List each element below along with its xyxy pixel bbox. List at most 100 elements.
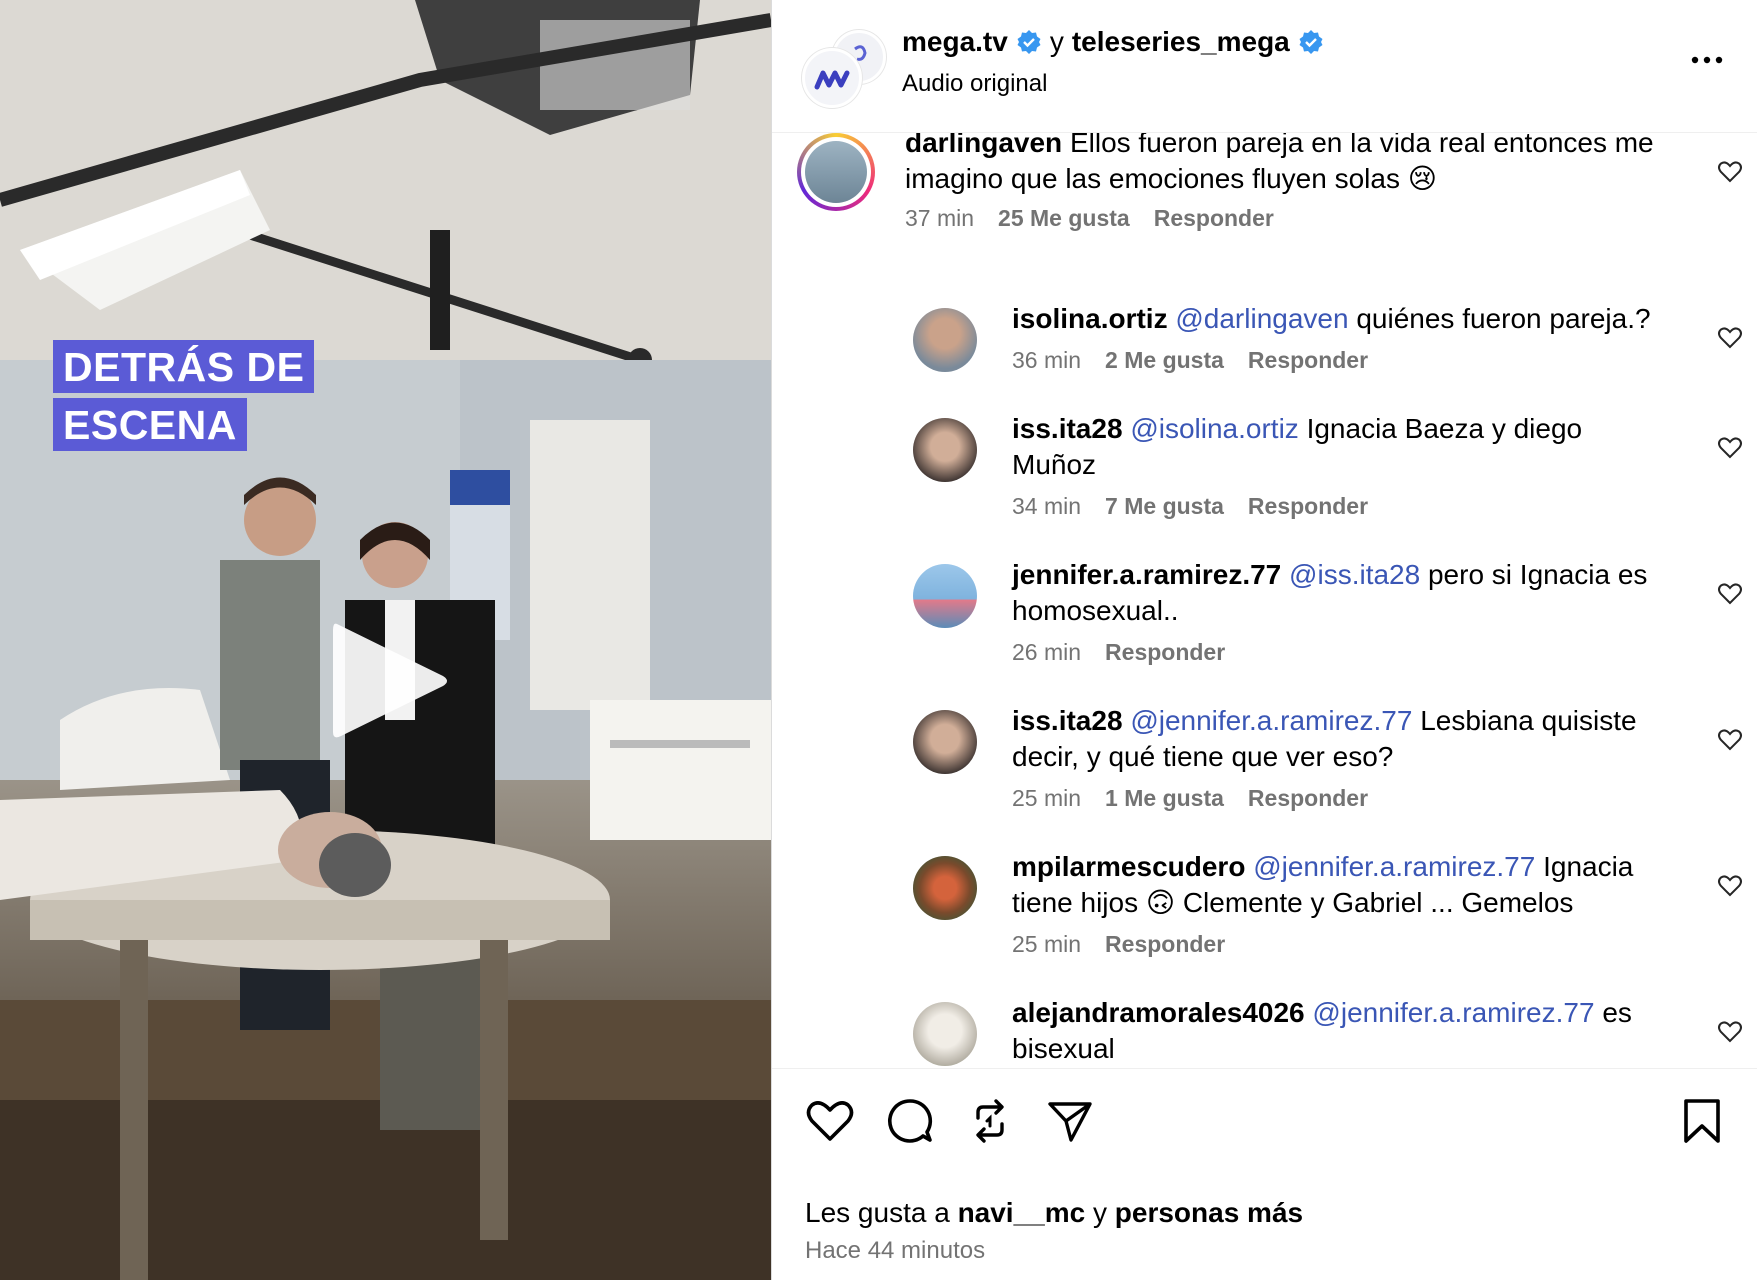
- comment-mention[interactable]: @isolina.ortiz: [1130, 413, 1298, 444]
- comment-mention[interactable]: @iss.ita28: [1289, 559, 1420, 590]
- comment-text: Ignacia: [1543, 851, 1634, 882]
- comment-text: Ellos fueron pareja en la vida real ento…: [1069, 133, 1654, 158]
- comment-text-continued: Muñoz: [1012, 449, 1097, 480]
- mega-logo-icon: [814, 70, 850, 90]
- authors-connector: y: [1049, 26, 1064, 57]
- comment-like-icon[interactable]: [1717, 435, 1743, 461]
- overlay-title-line1: DETRÁS DE: [53, 340, 315, 394]
- bookmark-icon: [1684, 1099, 1720, 1143]
- verified-icon: [1299, 30, 1323, 54]
- play-button[interactable]: [325, 616, 455, 746]
- comment-mention[interactable]: @jennifer.a.ramirez.77: [1253, 851, 1535, 882]
- share-button[interactable]: [1045, 1096, 1095, 1146]
- audio-label[interactable]: Audio original: [902, 70, 1047, 98]
- more-options-button[interactable]: [1687, 50, 1727, 70]
- comment-time: 26 min: [1012, 639, 1082, 665]
- post-panel: mega.tv y teleseries_mega Audio original: [772, 0, 1757, 1280]
- verified-icon: [1017, 30, 1041, 54]
- reply-button[interactable]: Responder: [1248, 785, 1368, 812]
- comment-username[interactable]: iss.ita28: [1012, 705, 1123, 736]
- comment-time: 25 min: [1012, 931, 1082, 957]
- post-header: mega.tv y teleseries_mega Audio original: [772, 0, 1757, 133]
- comment-username[interactable]: alejandramorales4026: [1012, 997, 1305, 1028]
- comment-text: Lesbiana quisiste: [1420, 705, 1637, 736]
- comment-username[interactable]: darlingaven: [905, 133, 1062, 158]
- send-icon: [1048, 1102, 1092, 1142]
- reply-item: jennifer.a.ramirez.77 @iss.ita28 pero si…: [772, 559, 1757, 694]
- reply-item: iss.ita28 @jennifer.a.ramirez.77 Lesbian…: [772, 705, 1757, 840]
- comment-mention[interactable]: @darlingaven: [1175, 303, 1348, 334]
- commenter-avatar[interactable]: [913, 418, 977, 482]
- comment-username[interactable]: iss.ita28: [1012, 413, 1123, 444]
- comment-likes[interactable]: 25 Me gusta: [998, 205, 1130, 232]
- overlay-title-line2: ESCENA: [53, 398, 247, 452]
- more-icon: [1691, 56, 1723, 64]
- commenter-avatar[interactable]: [913, 710, 977, 774]
- reply-button[interactable]: Responder: [1248, 493, 1368, 520]
- comment-icon: [888, 1099, 933, 1143]
- reply-item: alejandramorales4026 @jennifer.a.ramirez…: [772, 997, 1757, 1068]
- post-timestamp: Hace 44 minutos: [805, 1237, 986, 1264]
- reply-button[interactable]: Responder: [1154, 205, 1274, 232]
- commenter-avatar[interactable]: [913, 856, 977, 920]
- comment-text-continued: decir, y qué tiene que ver eso?: [1012, 741, 1394, 772]
- comment-likes[interactable]: 1 Me gusta: [1105, 785, 1224, 812]
- reply-item: mpilarmescudero @jennifer.a.ramirez.77 I…: [772, 851, 1757, 986]
- comment-text: quiénes fueron pareja.?: [1356, 303, 1651, 334]
- commenter-avatar[interactable]: [913, 1002, 977, 1066]
- reply-button[interactable]: Responder: [1248, 347, 1368, 374]
- comment-text-continued: bisexual: [1012, 1033, 1115, 1064]
- comment-text-continued: imagino que las emociones fluyen solas 😢: [905, 163, 1437, 194]
- commenter-avatar[interactable]: [913, 308, 977, 372]
- comment-item: darlingaven Ellos fueron pareja en la vi…: [772, 133, 1757, 283]
- comment-like-icon[interactable]: [1717, 325, 1743, 351]
- post-authors: mega.tv y teleseries_mega: [902, 26, 1324, 58]
- repost-button[interactable]: [965, 1096, 1015, 1146]
- comment-username[interactable]: jennifer.a.ramirez.77: [1012, 559, 1281, 590]
- play-icon: [333, 623, 447, 738]
- like-button[interactable]: [805, 1096, 855, 1146]
- video-player[interactable]: DETRÁS DE ESCENA: [0, 0, 771, 1280]
- comment-mention[interactable]: @jennifer.a.ramirez.77: [1130, 705, 1412, 736]
- comment-mention[interactable]: @jennifer.a.ramirez.77: [1312, 997, 1594, 1028]
- reply-button[interactable]: Responder: [1105, 639, 1225, 666]
- comment-text: Ignacia Baeza y diego: [1306, 413, 1583, 444]
- likes-others[interactable]: personas más: [1115, 1197, 1303, 1228]
- comment-text-continued: homosexual..: [1012, 595, 1179, 626]
- author-mega[interactable]: mega.tv: [902, 26, 1008, 58]
- commenter-avatar[interactable]: [797, 133, 875, 211]
- comment-likes[interactable]: 7 Me gusta: [1105, 493, 1224, 520]
- comment-text: pero si Ignacia es: [1427, 559, 1648, 590]
- comment-time: 37 min: [905, 205, 975, 231]
- post-actions-bar: Les gusta a navi__mc y personas más Hace…: [772, 1068, 1757, 1281]
- likes-connector: y: [1092, 1197, 1107, 1228]
- comment-like-icon[interactable]: [1717, 727, 1743, 753]
- comment-likes[interactable]: 2 Me gusta: [1105, 347, 1224, 374]
- comments-list[interactable]: darlingaven Ellos fueron pareja en la vi…: [772, 133, 1757, 1068]
- commenter-avatar[interactable]: [913, 564, 977, 628]
- comment-like-icon[interactable]: [1717, 581, 1743, 607]
- comment-time: 25 min: [1012, 785, 1082, 811]
- comment-time: 34 min: [1012, 493, 1082, 519]
- likes-prefix: Les gusta a: [805, 1197, 950, 1228]
- likes-user[interactable]: navi__mc: [958, 1197, 1086, 1228]
- comment-text-continued: tiene hijos 🙃 Clemente y Gabriel ... Gem…: [1012, 887, 1574, 918]
- reply-item: iss.ita28 @isolina.ortiz Ignacia Baeza y…: [772, 413, 1757, 548]
- heart-icon: [806, 1101, 854, 1141]
- comment-button[interactable]: [885, 1096, 935, 1146]
- repost-icon: [976, 1099, 1004, 1143]
- comment-text: es: [1602, 997, 1632, 1028]
- comment-like-icon[interactable]: [1717, 159, 1743, 185]
- comment-username[interactable]: isolina.ortiz: [1012, 303, 1168, 334]
- comment-like-icon[interactable]: [1717, 1019, 1743, 1045]
- reply-button[interactable]: Responder: [1105, 931, 1225, 958]
- reply-item: isolina.ortiz @darlingaven quiénes fuero…: [772, 303, 1757, 408]
- author-teleseries[interactable]: teleseries_mega: [1072, 26, 1290, 58]
- comment-username[interactable]: mpilarmescudero: [1012, 851, 1245, 882]
- collab-avatars[interactable]: [802, 30, 886, 108]
- comment-like-icon[interactable]: [1717, 873, 1743, 899]
- save-button[interactable]: [1677, 1096, 1727, 1146]
- mega-avatar: [802, 48, 862, 108]
- likes-summary[interactable]: Les gusta a navi__mc y personas más: [805, 1197, 1303, 1229]
- comment-time: 36 min: [1012, 347, 1082, 373]
